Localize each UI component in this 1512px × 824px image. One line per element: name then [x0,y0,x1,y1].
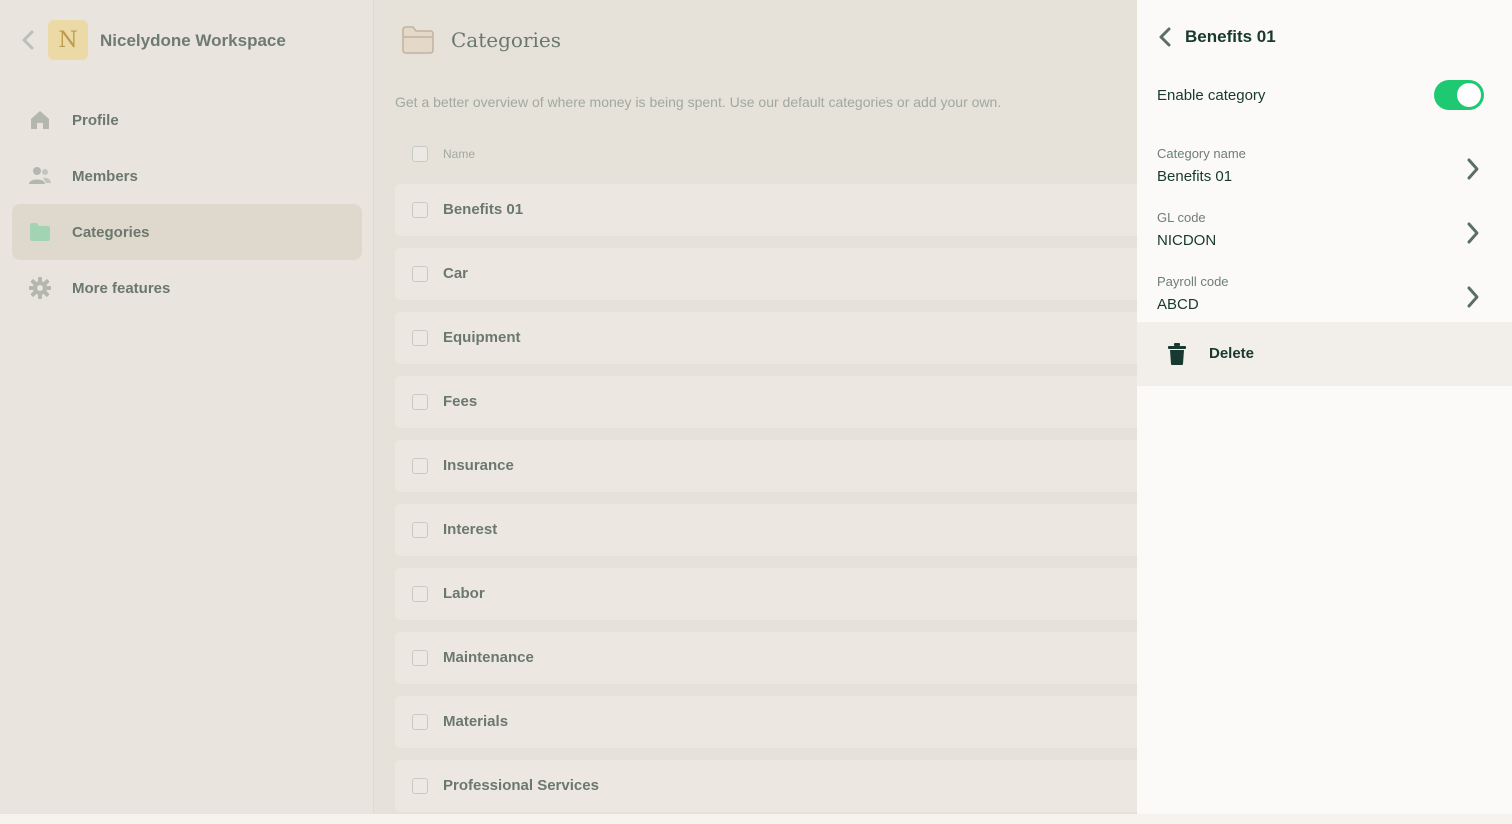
enable-category-row: Enable category [1137,74,1512,118]
trash-icon [1167,343,1187,365]
field-label: GL code [1157,210,1206,225]
field-label: Payroll code [1157,274,1229,289]
field-value: ABCD [1157,296,1199,313]
category-detail-panel: Benefits 01 Enable category Category nam… [1137,0,1512,814]
toggle-knob [1457,83,1481,107]
chevron-right-icon [1464,220,1482,246]
enable-category-toggle[interactable] [1434,80,1484,110]
gl-code-field[interactable]: GL code NICDON [1137,202,1512,262]
enable-category-label: Enable category [1157,87,1266,104]
category-name-field[interactable]: Category name Benefits 01 [1137,138,1512,198]
field-label: Category name [1157,146,1246,161]
panel-header: Benefits 01 [1137,22,1512,52]
chevron-right-icon [1464,284,1482,310]
field-value: Benefits 01 [1157,168,1233,185]
back-chevron-icon[interactable] [1157,26,1173,48]
delete-label: Delete [1209,345,1255,362]
delete-button[interactable]: Delete [1137,322,1512,386]
modal-backdrop[interactable] [0,0,1137,814]
payroll-code-field[interactable]: Payroll code ABCD [1137,266,1512,326]
panel-title: Benefits 01 [1185,27,1276,46]
chevron-right-icon [1464,156,1482,182]
field-value: NICDON [1157,232,1217,249]
